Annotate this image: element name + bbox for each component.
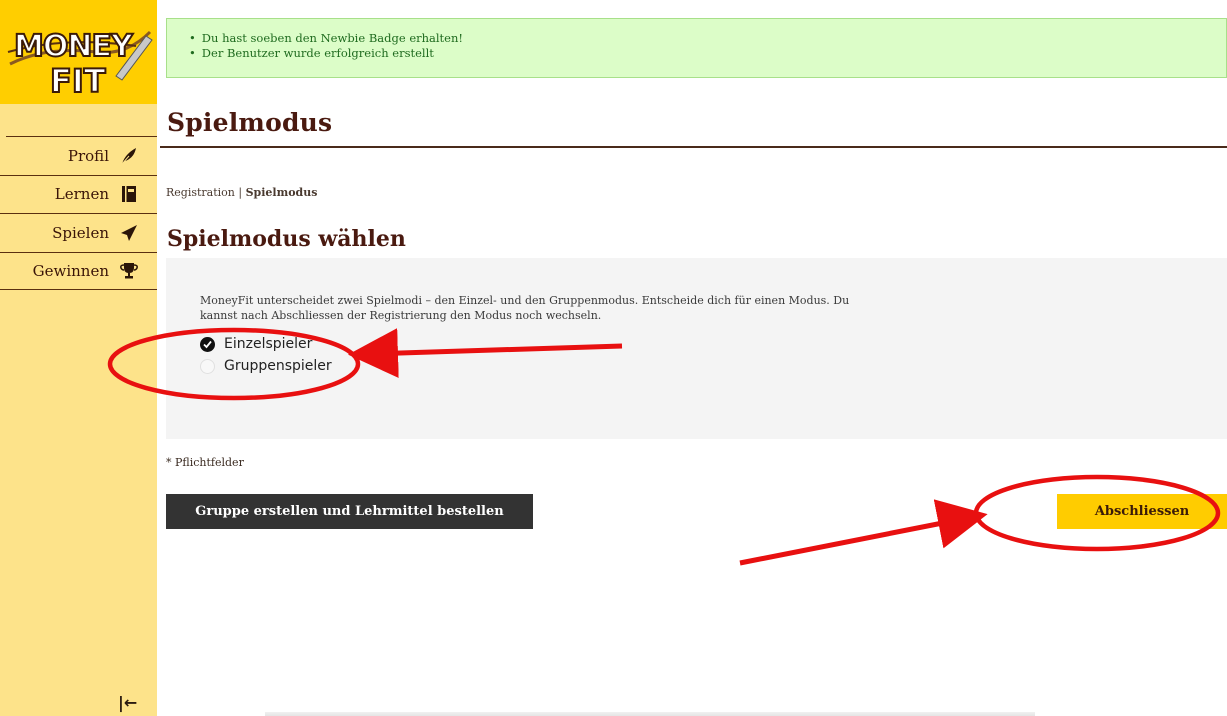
page-title: Spielmodus xyxy=(167,108,333,137)
collapse-sidebar-icon[interactable]: |← xyxy=(118,693,137,712)
mode-selection-panel: MoneyFit unterscheidet zwei Spielmodi – … xyxy=(166,258,1227,439)
sidebar: MONEY FIT Profil Lernen Spielen Gewinnen… xyxy=(0,0,157,716)
logo-text-bottom: FIT xyxy=(50,62,106,98)
breadcrumb-parent-link[interactable]: Registration xyxy=(166,186,235,199)
sidebar-item-label: Lernen xyxy=(54,185,109,204)
alert-message-list: Du hast soeben den Newbie Badge erhalten… xyxy=(189,31,1226,61)
logo-area[interactable]: MONEY FIT xyxy=(0,0,157,104)
finish-button[interactable]: Abschliessen xyxy=(1057,494,1227,529)
sidebar-nav: Profil Lernen Spielen Gewinnen xyxy=(0,136,157,290)
title-divider xyxy=(160,146,1227,148)
book-icon xyxy=(122,186,136,203)
breadcrumb: Registration | Spielmodus xyxy=(166,186,317,199)
create-group-button[interactable]: Gruppe erstellen und Lehrmittel bestelle… xyxy=(166,494,533,529)
moneyfit-logo: MONEY FIT xyxy=(7,28,153,98)
sidebar-item-spielen[interactable]: Spielen xyxy=(0,213,157,252)
required-fields-note: * Pflichtfelder xyxy=(166,456,244,469)
sidebar-item-label: Gewinnen xyxy=(32,261,109,280)
feather-icon xyxy=(121,147,136,165)
section-title: Spielmodus wählen xyxy=(167,226,406,252)
trophy-icon xyxy=(120,262,138,279)
alert-message: Du hast soeben den Newbie Badge erhalten… xyxy=(189,31,1226,46)
option-gruppenspieler[interactable]: Gruppenspieler xyxy=(200,358,332,374)
sidebar-item-lernen[interactable]: Lernen xyxy=(0,174,157,214)
sidebar-item-label: Profil xyxy=(67,146,109,165)
radio-unchecked-icon[interactable] xyxy=(200,358,215,374)
option-einzelspieler[interactable]: Einzelspieler xyxy=(200,336,312,352)
option-label: Einzelspieler xyxy=(224,336,313,352)
logo-text-top: MONEY xyxy=(14,29,134,64)
alert-message: Der Benutzer wurde erfolgreich erstellt xyxy=(189,46,1226,61)
sidebar-item-profil[interactable]: Profil xyxy=(6,136,157,175)
mode-description: MoneyFit unterscheidet zwei Spielmodi – … xyxy=(200,294,850,322)
paper-plane-icon xyxy=(121,224,137,241)
sidebar-item-gewinnen[interactable]: Gewinnen xyxy=(0,251,157,290)
sidebar-item-label: Spielen xyxy=(52,223,109,242)
annotation-arrow-finish xyxy=(739,499,988,566)
bottom-edge xyxy=(265,712,1035,716)
option-label: Gruppenspieler xyxy=(224,358,332,374)
breadcrumb-current: Spielmodus xyxy=(245,186,318,199)
success-alert: Du hast soeben den Newbie Badge erhalten… xyxy=(166,18,1227,78)
breadcrumb-separator: | xyxy=(234,186,246,199)
radio-checked-icon[interactable] xyxy=(200,336,215,352)
checkmark-icon xyxy=(203,340,212,348)
